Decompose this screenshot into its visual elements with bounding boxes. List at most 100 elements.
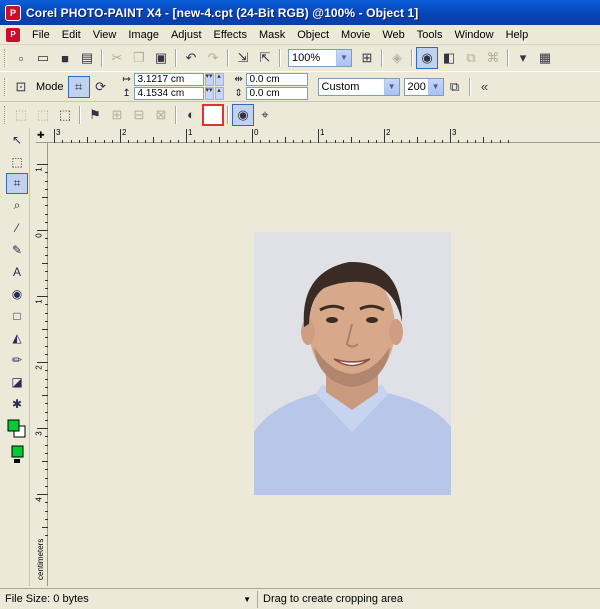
height-spin-up-icon[interactable]: ▴ [214,87,224,100]
fill-tool-icon[interactable]: ◭ [6,327,28,348]
app-icon[interactable]: P [5,4,21,21]
zoom-tool-icon[interactable]: ⌕ [6,195,28,216]
crop-y-input[interactable] [245,87,308,100]
chevron-down-icon[interactable]: ▼ [383,78,399,95]
clip-mask-icon[interactable] [202,103,224,126]
menu-help[interactable]: Help [500,26,535,44]
undo-icon[interactable]: ↶ [180,47,202,69]
menu-movie[interactable]: Movie [335,26,376,44]
foreground-color-swatch[interactable] [7,419,20,432]
horizontal-ruler[interactable]: 3 2 1 0 1 2 3 [36,128,600,143]
expand-toolbar-icon[interactable]: « [474,76,496,98]
welcome-screen-icon[interactable]: ▦ [534,47,556,69]
copy-icon[interactable]: ❐ [128,47,150,69]
preset-select[interactable]: Custom ▼ [317,77,400,96]
image-sprayer-icon[interactable]: ✱ [6,393,28,414]
toolbar-grip[interactable] [4,105,7,124]
menu-view[interactable]: View [87,26,123,44]
menu-file[interactable]: File [26,26,56,44]
object-marquee-icon[interactable]: ⧉ [460,47,482,69]
menu-adjust[interactable]: Adjust [165,26,208,44]
show-overlay-icon[interactable]: ⌖ [254,104,276,126]
crop-x-input[interactable] [245,73,308,86]
mask-overlay-icon[interactable]: ◧ [438,47,460,69]
height-spin-icon[interactable]: ▾▾ [204,87,214,100]
red-eye-tool-icon[interactable]: ◉ [6,283,28,304]
crop-mode-icon[interactable]: ⌗ [67,75,90,98]
menu-mask[interactable]: Mask [253,26,291,44]
toolbar-grip[interactable] [4,49,7,67]
ruler-tick [45,221,48,223]
document-icon[interactable]: P [6,27,20,42]
vertical-ruler[interactable]: 1 0 1 2 3 4 [35,143,48,586]
crop-width-input[interactable] [133,73,204,86]
cut-icon[interactable]: ✂ [106,47,128,69]
resolution-select[interactable]: 200 ▼ [403,77,444,96]
object-mode-2-icon[interactable]: ⬚ [32,104,54,126]
rotate-icon[interactable]: ⟳ [90,76,112,98]
rectangle-tool-icon[interactable]: □ [6,305,28,326]
toolbar-grip[interactable] [4,77,7,96]
menu-object[interactable]: Object [291,26,335,44]
fill-color-swatch[interactable] [11,445,24,458]
crop-tool-icon[interactable]: ⌗ [6,173,28,194]
paint-tool-icon[interactable]: ✏ [6,349,28,370]
redo-icon[interactable]: ↷ [202,47,224,69]
snap-icon[interactable]: ⊞ [106,104,128,126]
ruler-tick [45,205,48,207]
ruler-tick [326,140,328,143]
show-marquee-icon[interactable]: ◉ [232,103,254,126]
chevron-down-icon[interactable]: ▼ [243,591,251,608]
distribute-icon[interactable]: ⊠ [150,104,172,126]
copy-dimensions-icon[interactable]: ⧉ [444,76,466,98]
menu-web[interactable]: Web [376,26,410,44]
menu-effects[interactable]: Effects [208,26,253,44]
export-icon[interactable]: ⇱ [254,47,276,69]
eyedropper-tool-icon[interactable]: ⁄ [6,217,28,238]
screen-dropdown-icon[interactable]: ▾ [512,47,534,69]
chevron-down-icon[interactable]: ▼ [336,50,351,66]
paste-icon[interactable]: ▣ [150,47,172,69]
mask-mode-icon[interactable]: ◐ [180,104,202,126]
lens-icon[interactable]: ⌘ [482,47,504,69]
ruler-tick [400,140,402,143]
file-size-text: File Size: 0 bytes [5,592,89,605]
mask-tool-icon[interactable]: ⬚ [6,151,28,172]
effect-tool-icon[interactable]: ◪ [6,371,28,392]
chevron-down-icon[interactable]: ▼ [427,78,443,95]
portrait-photo[interactable] [254,232,451,495]
eraser-tool-icon[interactable]: ✎ [6,239,28,260]
object-mode-1-icon[interactable]: ⬚ [10,104,32,126]
canvas-area[interactable] [49,144,600,586]
text-tool-icon[interactable]: A [6,261,28,282]
open-file-icon[interactable]: ▭ [32,47,54,69]
save-icon[interactable]: ■ [54,47,76,69]
width-spin-icon[interactable]: ▾▾ [204,73,214,86]
crop-height-input[interactable] [133,87,204,100]
import-icon[interactable]: ⇲ [232,47,254,69]
print-icon[interactable]: ▤ [76,47,98,69]
fill-color-group[interactable] [6,444,30,464]
file-size-pane[interactable]: File Size: 0 bytes ▼ [0,590,258,608]
width-spin-up-icon[interactable]: ▴ [214,73,224,86]
fill-reset-icon[interactable] [14,459,20,463]
pick-tool-icon[interactable]: ↖ [6,129,28,150]
menu-image[interactable]: Image [122,26,165,44]
marquee-visible-icon[interactable]: ◉ [416,47,438,69]
menu-edit[interactable]: Edit [56,26,87,44]
ruler-tick [342,140,344,143]
zoom-level-select[interactable]: 100% ▼ [288,49,352,67]
object-mode-3-icon[interactable]: ⬚ [54,104,76,126]
menu-tools[interactable]: Tools [411,26,449,44]
menu-window[interactable]: Window [448,26,499,44]
launch-icon[interactable]: ◈ [386,47,408,69]
new-file-icon[interactable]: ▫ [10,47,32,69]
color-swatches[interactable] [6,418,30,444]
align-icon[interactable]: ⊟ [128,104,150,126]
ruler-tick [37,296,48,297]
zoom-fit-icon[interactable]: ⊞ [356,47,378,69]
ruler-origin-icon[interactable]: ✚ [37,130,45,141]
lock-icon[interactable]: ⚑ [84,104,106,126]
ruler-tick [309,140,311,143]
crop-tool-option-icon[interactable]: ⊡ [10,76,32,98]
